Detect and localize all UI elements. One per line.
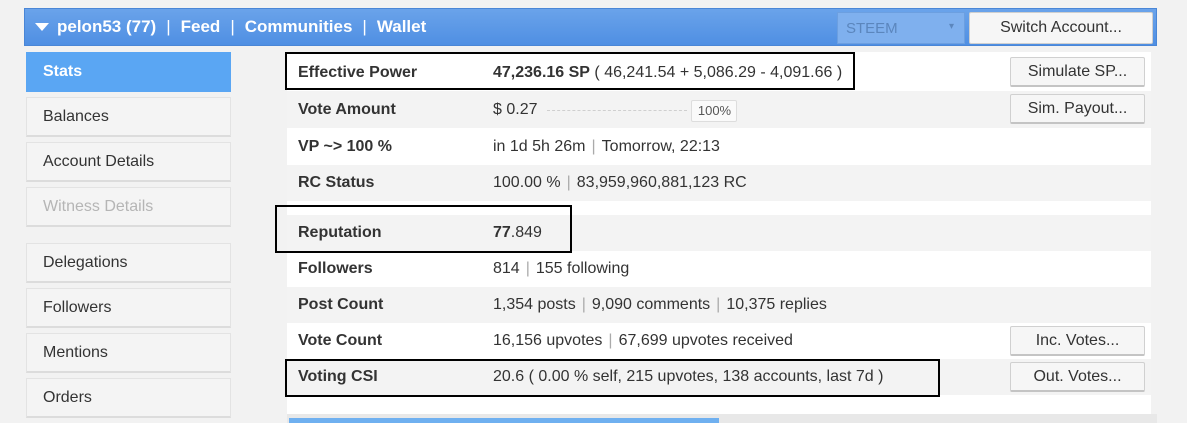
- account-link[interactable]: pelon53 (77): [57, 17, 156, 37]
- post-count-row: Post Count 1,354 posts | 9,090 comments | 10…: [287, 287, 1151, 323]
- followers-row: Followers 814 | 155 following: [287, 251, 1151, 287]
- incoming-votes-button[interactable]: Inc. Votes...: [1010, 326, 1145, 356]
- nav-separator: |: [230, 17, 235, 36]
- vote-count-label: Vote Count: [298, 332, 383, 349]
- posts-count: 1,354 posts: [493, 296, 576, 313]
- followers-count: 814: [493, 260, 520, 277]
- sidebar-divider: [26, 232, 231, 243]
- followers-value: 814 | 155 following: [493, 260, 1151, 278]
- sidebar-item-orders[interactable]: Orders: [26, 378, 231, 418]
- value-separator: |: [581, 296, 586, 313]
- menu-toggle-icon[interactable]: [35, 22, 49, 32]
- vp-value: in 1d 5h 26m | Tomorrow, 22:13: [493, 138, 1151, 156]
- nav-communities[interactable]: Communities: [245, 17, 353, 37]
- vp-time-remaining: in 1d 5h 26m: [493, 137, 586, 155]
- rc-value: 100.00 % | 83,959,960,881,123 RC: [493, 174, 1151, 192]
- vote-amount-row: Vote Amount $ 0.27 100% Sim. Payout...: [287, 91, 1151, 128]
- post-count-value: 1,354 posts | 9,090 comments | 10,375 replie…: [493, 296, 1151, 314]
- sidebar: Stats Balances Account Details Witness D…: [26, 52, 231, 423]
- highlight-box: [285, 359, 940, 397]
- bottom-tab-bar: [287, 414, 1157, 423]
- sidebar-item-mentions[interactable]: Mentions: [26, 333, 231, 373]
- vote-count-row: Vote Count 16,156 upvotes | 67,699 upvotes…: [287, 323, 1151, 359]
- post-count-label: Post Count: [298, 296, 384, 313]
- comments-count: 9,090 comments: [591, 296, 711, 313]
- value-separator: |: [591, 137, 596, 155]
- vote-weight-slider[interactable]: 100%: [547, 99, 738, 122]
- followers-label: Followers: [298, 260, 373, 277]
- coin-select-value: STEEM: [846, 19, 898, 37]
- sidebar-item-stats[interactable]: Stats: [26, 52, 231, 92]
- nav-separator: |: [362, 17, 367, 36]
- nav-separator: |: [166, 17, 171, 36]
- rc-amount: 83,959,960,881,123 RC: [576, 174, 747, 191]
- header-controls: STEEM ▾ Switch Account...: [837, 12, 1153, 44]
- coin-select[interactable]: STEEM ▾: [837, 12, 965, 44]
- sidebar-item-followers[interactable]: Followers: [26, 288, 231, 328]
- value-separator: |: [566, 174, 571, 191]
- vote-weight-percent: 100%: [691, 99, 738, 122]
- replies-count: 10,375 replies: [726, 296, 827, 313]
- vp-label: VP ~> 100 %: [298, 137, 392, 155]
- reputation-value: 77.849: [493, 224, 1151, 242]
- switch-account-button[interactable]: Switch Account...: [969, 12, 1153, 44]
- rc-row: RC Status 100.00 % | 83,959,960,881,123 RC: [287, 165, 1151, 201]
- sidebar-item-witness-details: Witness Details: [26, 187, 231, 227]
- sidebar-item-account-details[interactable]: Account Details: [26, 142, 231, 182]
- value-separator: |: [525, 260, 530, 277]
- upvotes-count: 16,156 upvotes: [493, 332, 603, 349]
- chevron-down-icon: ▾: [948, 21, 954, 32]
- active-tab-indicator: [289, 418, 719, 423]
- outgoing-votes-button[interactable]: Out. Votes...: [1010, 362, 1145, 392]
- top-nav-bar: pelon53 (77) | Feed | Communities | Wall…: [24, 8, 1157, 46]
- following-count: 155 following: [535, 260, 630, 277]
- slider-track: [547, 109, 688, 111]
- value-separator: |: [716, 296, 721, 313]
- vote-amount-label: Vote Amount: [298, 100, 396, 118]
- upvotes-received-count: 67,699 upvotes received: [618, 332, 793, 349]
- vote-amount-dollars: $ 0.27: [493, 100, 538, 118]
- value-separator: |: [608, 332, 613, 349]
- rc-label: RC Status: [298, 174, 375, 191]
- stats-panel: Effective Power 47,236.16 SP ( 46,241.54…: [275, 52, 1151, 423]
- nav-feed[interactable]: Feed: [181, 17, 221, 37]
- sim-payout-button[interactable]: Sim. Payout...: [1010, 94, 1145, 124]
- rc-percent: 100.00 %: [493, 174, 561, 191]
- sidebar-item-balances[interactable]: Balances: [26, 97, 231, 137]
- vp-full-at: Tomorrow, 22:13: [601, 137, 720, 155]
- sidebar-item-delegations[interactable]: Delegations: [26, 243, 231, 283]
- highlight-box: [285, 52, 855, 90]
- simulate-sp-button[interactable]: Simulate SP...: [1010, 57, 1145, 87]
- vp-row: VP ~> 100 % in 1d 5h 26m | Tomorrow, 22:13: [287, 128, 1151, 165]
- steemworld-app: pelon53 (77) | Feed | Communities | Wall…: [0, 0, 1187, 423]
- highlight-box: [275, 205, 572, 253]
- nav-wallet[interactable]: Wallet: [377, 17, 426, 37]
